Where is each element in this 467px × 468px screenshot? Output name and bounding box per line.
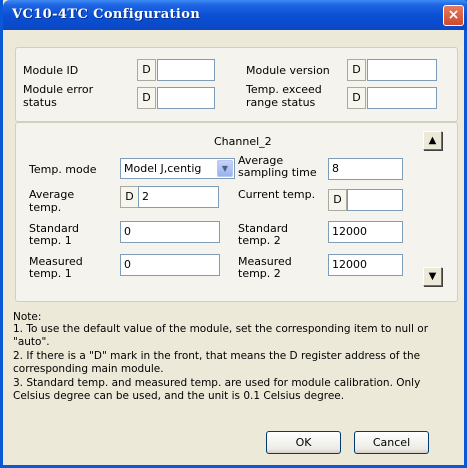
avg-temp-label-line1: Average xyxy=(29,188,75,201)
note-line-3: 2. If there is a "D" mark in the front, … xyxy=(13,350,421,362)
standard-temp1-label-line2: temp. 1 xyxy=(29,234,72,247)
module-error-label-line1: Module error xyxy=(23,83,94,96)
measured-temp1-label-line2: temp. 1 xyxy=(29,267,72,280)
module-error-label-line2: status xyxy=(23,96,57,109)
current-temp-field[interactable] xyxy=(347,189,403,211)
module-version-field[interactable] xyxy=(367,59,437,81)
avg-temp-prefix: D xyxy=(120,186,139,208)
temp-mode-select[interactable]: Model J,centig ▼ xyxy=(120,158,235,179)
title-bar[interactable]: VC10-4TC Configuration × xyxy=(3,0,467,30)
channel-up-button[interactable]: ▲ xyxy=(423,131,442,150)
ok-button[interactable]: OK xyxy=(266,431,341,454)
standard-temp1-field[interactable]: 0 xyxy=(120,221,220,243)
close-icon: × xyxy=(447,7,460,23)
down-arrow-icon: ▼ xyxy=(428,271,437,282)
up-arrow-icon: ▲ xyxy=(428,135,437,146)
avg-sampling-field[interactable]: 8 xyxy=(328,158,403,180)
temp-exceed-label-line2: range status xyxy=(246,96,316,109)
channel-title: Channel_2 xyxy=(214,135,272,148)
measured-temp2-label-line2: temp. 2 xyxy=(238,267,281,280)
standard-temp2-field[interactable]: 12000 xyxy=(328,221,403,243)
measured-temp2-field[interactable]: 12000 xyxy=(328,254,403,276)
temp-exceed-prefix: D xyxy=(347,87,366,109)
module-info-panel: Module ID D Module version D Module erro… xyxy=(15,47,458,122)
channel-down-button[interactable]: ▼ xyxy=(423,267,442,286)
module-id-field[interactable] xyxy=(157,59,215,81)
config-dialog: VC10-4TC Configuration × Module ID D Mod… xyxy=(0,0,467,468)
module-error-field[interactable] xyxy=(157,87,215,109)
note-line-2: "auto". xyxy=(13,336,50,348)
measured-temp1-field[interactable]: 0 xyxy=(120,254,220,276)
module-error-prefix: D xyxy=(137,87,156,109)
current-temp-prefix: D xyxy=(328,189,347,211)
module-version-prefix: D xyxy=(347,59,366,81)
channel-panel: Channel_2 ▲ Temp. mode Model J,centig ▼ … xyxy=(15,122,458,302)
note-line-6: Celsius degree can be used, and the unit… xyxy=(13,390,345,402)
avg-sampling-label-line2: sampling time xyxy=(238,166,317,179)
note-heading: Note: xyxy=(13,311,42,323)
window-title: VC10-4TC Configuration xyxy=(12,7,201,22)
temp-mode-label: Temp. mode xyxy=(29,163,97,176)
chevron-down-icon[interactable]: ▼ xyxy=(217,160,233,177)
current-temp-label: Current temp. xyxy=(238,188,316,201)
note-line-1: 1. To use the default value of the modul… xyxy=(13,323,429,335)
temp-exceed-label-line1: Temp. exceed xyxy=(246,83,322,96)
standard-temp2-label-line2: temp. 2 xyxy=(238,234,281,247)
module-id-label: Module ID xyxy=(23,64,79,77)
module-id-prefix: D xyxy=(137,59,156,81)
temp-mode-value: Model J,centig xyxy=(124,162,202,175)
note-line-4: corresponding main module. xyxy=(13,363,164,375)
avg-temp-label-line2: temp. xyxy=(29,201,62,214)
close-button[interactable]: × xyxy=(443,5,464,26)
cancel-button[interactable]: Cancel xyxy=(354,431,429,454)
avg-temp-field[interactable]: 2 xyxy=(138,186,219,208)
note-line-5: 3. Standard temp. and measured temp. are… xyxy=(13,377,421,389)
temp-exceed-field[interactable] xyxy=(367,87,437,109)
module-version-label: Module version xyxy=(246,64,330,77)
